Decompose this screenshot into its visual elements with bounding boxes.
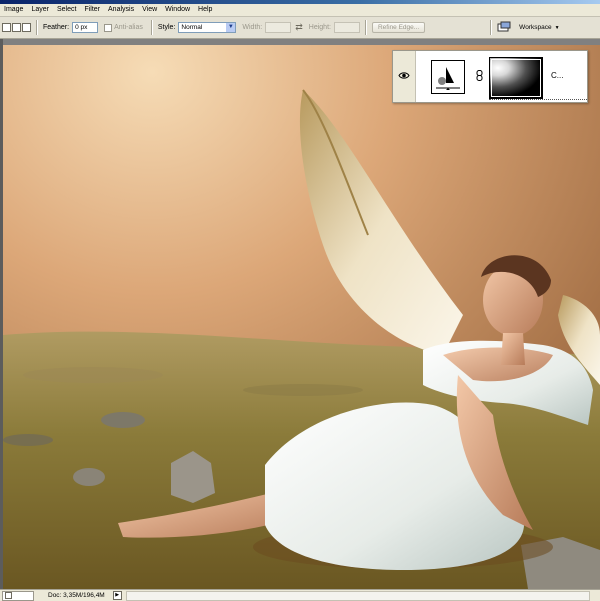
levels-adjustment-icon (436, 67, 460, 90)
palette-well-icon[interactable] (497, 21, 511, 35)
menu-select[interactable]: Select (53, 4, 80, 16)
width-input[interactable] (265, 22, 292, 33)
menu-analysis[interactable]: Analysis (104, 4, 138, 16)
chain-link-icon[interactable] (476, 70, 483, 81)
refine-edge-button[interactable]: Refine Edge... (371, 22, 426, 33)
status-bar: Doc: 3,35M/196,4M ▶ (0, 589, 600, 601)
new-selection-icon[interactable] (2, 23, 11, 32)
horizontal-scrollbar[interactable] (125, 590, 590, 601)
menu-view[interactable]: View (138, 4, 161, 16)
status-menu-arrow-icon[interactable]: ▶ (112, 591, 122, 600)
feather-input[interactable]: 0 px (72, 22, 99, 33)
height-input[interactable] (333, 22, 360, 33)
selection-outline (489, 98, 587, 100)
caret-down-icon: ▼ (554, 24, 560, 31)
artwork-image (3, 45, 600, 589)
width-label: Width: (242, 24, 263, 31)
feather-label: Feather: (43, 24, 70, 31)
menu-filter[interactable]: Filter (80, 4, 104, 16)
height-label: Height: (308, 24, 331, 31)
workspace-button[interactable]: Workspace ▼ (519, 24, 559, 31)
separator (490, 20, 493, 35)
zoom-icon (5, 592, 12, 599)
menu-bar: Image Layer Select Filter Analysis View … (0, 4, 600, 17)
menu-help[interactable]: Help (194, 4, 216, 16)
add-to-selection-icon[interactable] (12, 23, 21, 32)
style-select-value: Normal (181, 24, 203, 31)
menu-image[interactable]: Image (0, 4, 27, 16)
workspace-label: Workspace (519, 24, 552, 31)
document-size-info: Doc: 3,35M/196,4M (48, 592, 105, 599)
visibility-column[interactable] (393, 51, 416, 102)
subtract-selection-icon[interactable] (22, 23, 31, 32)
swap-dimensions-icon[interactable]: ⇄ (295, 22, 303, 33)
adjustment-layer-thumbnail[interactable] (431, 60, 465, 94)
canvas-area[interactable] (0, 39, 600, 589)
zoom-field[interactable] (2, 590, 34, 601)
antialias-label: Anti-alias (114, 24, 143, 31)
eye-icon[interactable] (398, 71, 410, 80)
style-label: Style: (157, 24, 176, 31)
layer-row-panel[interactable]: C... (392, 50, 588, 103)
separator (364, 20, 367, 35)
style-select[interactable]: Normal ▼ (178, 22, 237, 33)
layer-name[interactable]: C... (551, 71, 563, 80)
chevron-down-icon[interactable]: ▼ (226, 23, 236, 32)
menu-window[interactable]: Window (161, 4, 194, 16)
selection-mode-group (2, 23, 31, 32)
separator (150, 20, 153, 35)
antialias-checkbox[interactable] (104, 23, 113, 32)
menu-layer[interactable]: Layer (27, 4, 53, 16)
separator (36, 20, 38, 35)
options-bar: Feather: 0 px Anti-alias Style: Normal ▼… (0, 17, 600, 39)
layer-mask-thumbnail[interactable] (489, 57, 543, 99)
